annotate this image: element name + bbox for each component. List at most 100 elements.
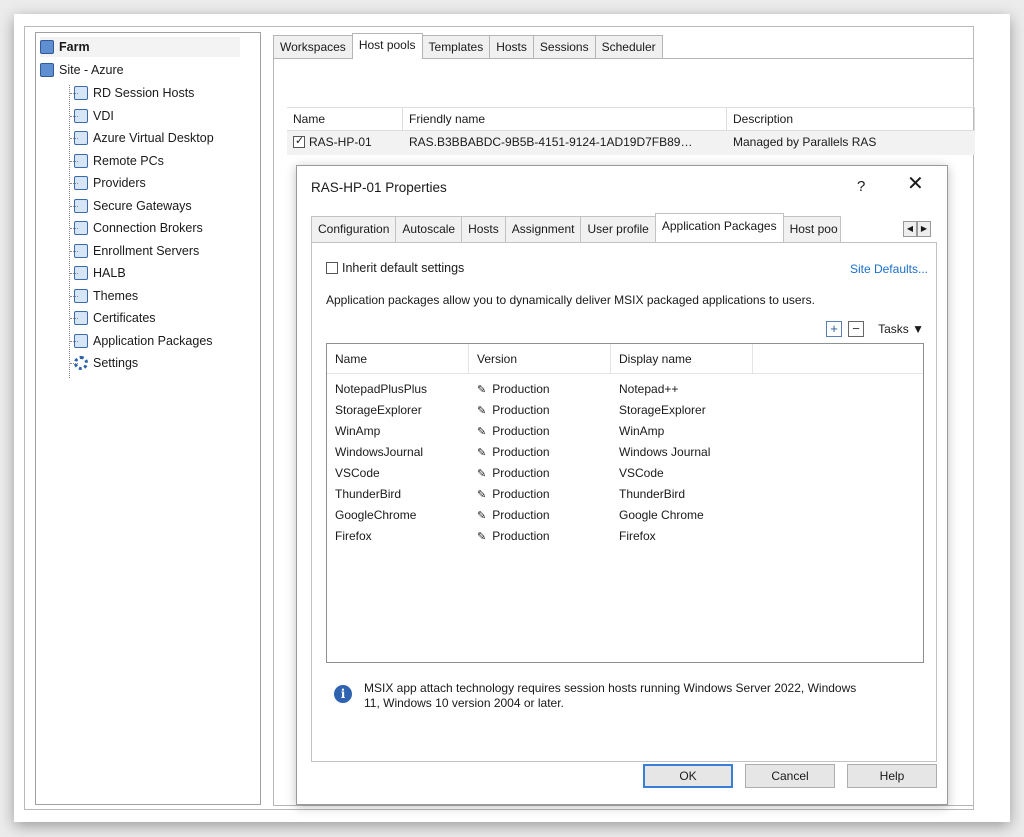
- tab-user-profile[interactable]: User profile: [580, 216, 656, 242]
- tree-connector: [70, 183, 78, 184]
- package-name: WinAmp: [335, 424, 381, 438]
- tree-connector: [69, 85, 70, 378]
- dropdown-arrow-icon: ▼: [912, 322, 924, 336]
- column-name[interactable]: Name: [327, 344, 469, 373]
- table-row[interactable]: GoogleChrome ✎ Production Google Chrome: [327, 505, 923, 526]
- info-icon: i: [334, 685, 352, 703]
- tree-item-enrollment-servers[interactable]: Enrollment Servers: [74, 241, 199, 261]
- tab-sessions[interactable]: Sessions: [532, 35, 596, 59]
- column-friendly-name[interactable]: Friendly name: [403, 108, 727, 130]
- packages-toolbar: + − Tasks ▼: [826, 321, 924, 337]
- tree-item-certificates[interactable]: Certificates: [74, 308, 156, 328]
- tasks-label: Tasks: [878, 322, 909, 336]
- package-name: VSCode: [335, 466, 380, 480]
- table-row[interactable]: NotepadPlusPlus ✎ Production Notepad++: [327, 379, 923, 400]
- tree-item-rd-session-hosts[interactable]: RD Session Hosts: [74, 83, 194, 103]
- dialog-buttons: OK Cancel Help: [643, 764, 937, 788]
- tree-item-label: RD Session Hosts: [93, 86, 195, 100]
- pencil-icon: ✎: [477, 447, 487, 459]
- tab-templates[interactable]: Templates: [421, 35, 491, 59]
- pool-friendly-name: RAS.B3BBABDC-9B5B-4151-9124-1AD19D7FB89…: [409, 135, 693, 149]
- tree-item-remote-pcs[interactable]: Remote PCs: [74, 151, 164, 171]
- tree-item-label: Secure Gateways: [93, 198, 192, 213]
- tree-item-label: Azure Virtual Desktop: [93, 131, 214, 145]
- tab-host-pool[interactable]: Host poo: [782, 216, 841, 242]
- pencil-icon: ✎: [477, 510, 487, 522]
- tree-item-label: VDI: [93, 108, 114, 123]
- inherit-checkbox[interactable]: [326, 262, 338, 274]
- column-description[interactable]: Description: [727, 108, 975, 130]
- package-name: WindowsJournal: [335, 445, 424, 459]
- pool-description: Managed by Parallels RAS: [733, 135, 877, 149]
- tree-connector: [70, 228, 78, 229]
- tab-configuration[interactable]: Configuration: [311, 216, 397, 242]
- help-icon[interactable]: ?: [857, 178, 865, 195]
- enabled-checkbox[interactable]: [293, 134, 305, 148]
- table-row[interactable]: VSCode ✎ Production VSCode: [327, 463, 923, 484]
- tree-item-site[interactable]: Site - Azure: [40, 60, 124, 80]
- table-row[interactable]: ThunderBird ✎ Production ThunderBird: [327, 484, 923, 505]
- tree-item-azure-virtual-desktop[interactable]: Azure Virtual Desktop: [74, 128, 214, 148]
- tree-connector: [70, 295, 78, 297]
- table-row[interactable]: WinAmp ✎ Production WinAmp: [327, 421, 923, 442]
- site-defaults-link[interactable]: Site Defaults...: [850, 262, 928, 276]
- tree-item-halb[interactable]: HALB: [74, 263, 126, 283]
- remove-icon[interactable]: −: [848, 321, 865, 337]
- tab-hosts[interactable]: Hosts: [489, 35, 534, 59]
- dialog-tab-strip: Configuration Autoscale Hosts Assignment…: [311, 213, 841, 242]
- column-name[interactable]: Name: [287, 108, 403, 130]
- column-version[interactable]: Version: [469, 344, 611, 373]
- tree-item-providers[interactable]: Providers: [74, 173, 146, 193]
- package-version: ✎ Production: [469, 484, 611, 505]
- tab-autoscale[interactable]: Autoscale: [395, 216, 463, 242]
- tree-item-themes[interactable]: Themes: [74, 286, 138, 306]
- dialog-title: RAS-HP-01 Properties: [311, 180, 447, 195]
- cancel-button[interactable]: Cancel: [745, 764, 835, 788]
- package-version: ✎ Production: [469, 463, 611, 484]
- tree-item-label: Connection Brokers: [93, 221, 203, 235]
- tab-assignment[interactable]: Assignment: [504, 216, 582, 242]
- close-icon[interactable]: ✕: [907, 174, 924, 194]
- add-icon[interactable]: +: [826, 321, 843, 337]
- tab-workspaces[interactable]: Workspaces: [273, 35, 353, 59]
- inherit-default-settings[interactable]: Inherit default settings: [326, 261, 464, 275]
- table-row[interactable]: WindowsJournal ✎ Production Windows Journal: [327, 442, 923, 463]
- version-label: Production: [492, 529, 550, 543]
- tab-application-packages[interactable]: Application Packages: [654, 213, 784, 242]
- tree-item-application-packages[interactable]: Application Packages: [74, 331, 213, 351]
- application-packages-panel: Inherit default settings Site Defaults..…: [311, 242, 937, 762]
- tree-item-farm[interactable]: Farm: [40, 37, 240, 57]
- tasks-menu[interactable]: Tasks ▼: [878, 322, 924, 336]
- tab-scheduler[interactable]: Scheduler: [594, 35, 663, 59]
- pencil-icon: ✎: [477, 384, 487, 396]
- tab-hosts[interactable]: Hosts: [461, 216, 506, 242]
- package-version: ✎ Production: [469, 526, 611, 547]
- pencil-icon: ✎: [477, 426, 487, 438]
- farm-icon: [40, 40, 54, 54]
- version-label: Production: [492, 403, 550, 417]
- table-header: Name Friendly name Description: [287, 107, 975, 131]
- package-version: ✎ Production: [469, 442, 611, 463]
- tree-item-label: Farm: [59, 40, 90, 54]
- tree-item-secure-gateways[interactable]: Secure Gateways: [74, 196, 192, 216]
- column-display-name[interactable]: Display name: [611, 344, 753, 373]
- tree-connector: [70, 250, 78, 252]
- tree-item-label: Enrollment Servers: [93, 243, 200, 258]
- tab-host-pools[interactable]: Host pools: [351, 33, 423, 59]
- table-row[interactable]: Firefox ✎ Production Firefox: [327, 526, 923, 547]
- ok-button[interactable]: OK: [643, 764, 733, 788]
- scroll-right-icon[interactable]: ▶: [917, 221, 931, 237]
- help-button[interactable]: Help: [847, 764, 937, 788]
- table-row[interactable]: StorageExplorer ✎ Production StorageExplore…: [327, 400, 923, 421]
- navigation-tree: Farm Site - Azure RD Session Hosts VDI Azu…: [35, 32, 261, 805]
- tree-item-connection-brokers[interactable]: Connection Brokers: [74, 218, 203, 238]
- package-display-name: Firefox: [619, 529, 656, 543]
- tree-item-vdi[interactable]: VDI: [74, 106, 114, 126]
- table-row[interactable]: RAS-HP-01 RAS.B3BBABDC-9B5B-4151-9124-1A…: [287, 131, 975, 155]
- tree-item-settings[interactable]: Settings: [74, 353, 138, 373]
- tree-item-label: Themes: [93, 288, 139, 303]
- package-version: ✎ Production: [469, 379, 611, 400]
- tree-connector: [70, 93, 78, 94]
- host-pools-table: Name Friendly name Description RAS-HP-01…: [287, 107, 975, 155]
- scroll-left-icon[interactable]: ◀: [903, 221, 917, 237]
